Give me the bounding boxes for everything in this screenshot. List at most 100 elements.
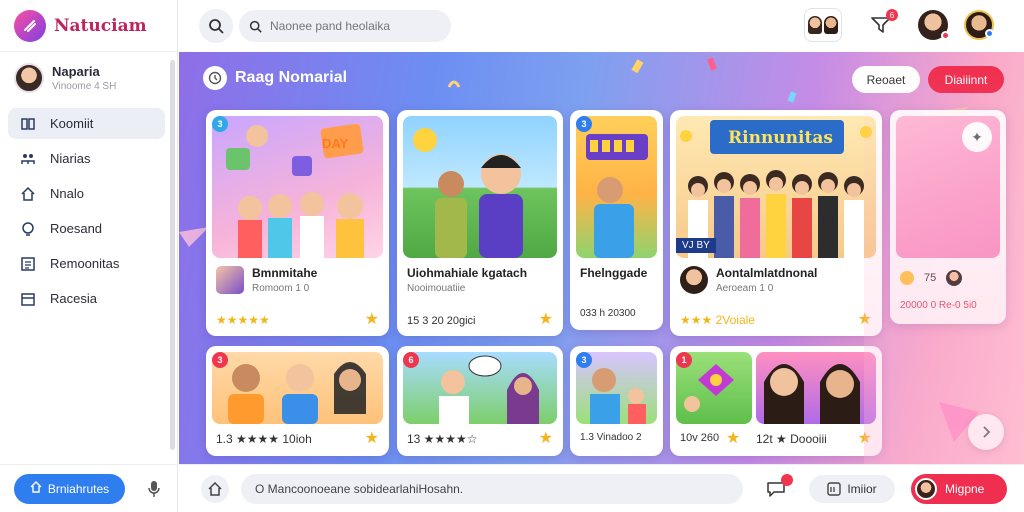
book-icon xyxy=(20,116,36,132)
clock-icon xyxy=(203,66,227,90)
message-input[interactable] xyxy=(255,481,725,496)
card-subtitle: Aeroeam 1 0 xyxy=(716,283,774,294)
main-content: Raag Nomarial Reoaet Diaiiinnt 3 DAY Bmn… xyxy=(179,52,1024,464)
content-card[interactable]: 3 1.3 ★★★★ 10ioh ★ xyxy=(206,346,389,456)
content-card[interactable]: 1 10v 260 ★ 12t ★ Doooiii ★ xyxy=(670,346,882,456)
card-image xyxy=(403,352,557,424)
card-meta: 033 h 20300 xyxy=(580,308,636,319)
status-dot xyxy=(985,29,994,38)
content-card[interactable]: 3 DAY Bmnmitahe Romoom 1 0 ★★★★★ ★ xyxy=(206,110,389,336)
profile-action-button[interactable]: Migpne xyxy=(911,473,1007,504)
search-input[interactable] xyxy=(270,19,440,33)
card-subtitle: Nooimouatiie xyxy=(407,283,466,294)
card-number-badge: 3 xyxy=(212,352,228,368)
favorite-star-icon[interactable]: ★ xyxy=(539,428,553,448)
home-button[interactable] xyxy=(201,474,229,503)
card-image xyxy=(403,116,557,258)
sidebar-item-nnalo[interactable]: Nnalo xyxy=(8,178,165,209)
status-dot xyxy=(941,31,950,40)
card-info: Bmnmitahe Romoom 1 0 xyxy=(216,266,317,294)
card-info: Fhelnggade xyxy=(580,266,647,280)
content-card[interactable]: ✦ 75 20000 0 Re-0 5i0 xyxy=(890,110,1006,324)
card-subtitle: Romoom 1 0 xyxy=(252,283,310,294)
card-badge-text: DAY xyxy=(322,136,349,151)
card-meta: 13 ★★★★☆ xyxy=(407,432,478,446)
card-number-badge: 3 xyxy=(576,352,592,368)
card-image xyxy=(212,116,383,258)
card-rating: ★★★★★ xyxy=(216,313,270,327)
card-title: Fhelnggade xyxy=(580,266,648,280)
notification-button[interactable]: 6 xyxy=(868,9,898,38)
sidebar-item-racesia[interactable]: Racesia xyxy=(8,283,165,314)
content-card[interactable]: 3 Fhelnggade 033 h 20300 xyxy=(570,110,663,330)
sparkle-icon[interactable]: ✦ xyxy=(962,122,992,152)
card-number-badge: 3 xyxy=(576,116,592,132)
top-bar: 6 xyxy=(179,0,1024,52)
favorite-star-icon[interactable]: ★ xyxy=(858,309,872,329)
card-title: Aontalmlatdnonal xyxy=(716,266,818,280)
card-meta: 1.3 ★★★★ 10ioh xyxy=(216,432,312,446)
card-info: 75 xyxy=(900,270,963,286)
sidebar-item-roesand[interactable]: Roesand xyxy=(8,213,165,244)
card-meta: 20000 0 Re-0 5i0 xyxy=(900,300,977,311)
bottom-bar: Imiior Migpne xyxy=(179,464,1024,512)
favorite-star-icon[interactable]: ★ xyxy=(365,428,379,448)
sidebar-scrollbar[interactable] xyxy=(170,60,175,450)
card-meta: 1.3 Vinadoo 2 xyxy=(580,432,642,443)
home-icon xyxy=(208,481,222,496)
recent-button[interactable]: Reoaet xyxy=(852,66,920,93)
app-name: Natuciam xyxy=(54,15,147,36)
avatar xyxy=(680,266,708,294)
home-icon xyxy=(20,186,36,202)
favorite-star-icon[interactable]: ★ xyxy=(726,428,740,448)
search-button[interactable] xyxy=(199,9,233,43)
card-meta: 15 3 20 20gici xyxy=(407,315,476,327)
sidebar-footer: Brniahrutes xyxy=(0,464,178,512)
chat-badge-dot xyxy=(781,473,793,486)
message-field[interactable] xyxy=(241,473,743,504)
logo-row: Natuciam xyxy=(0,0,177,52)
sidebar-item-label: Niarias xyxy=(50,151,91,166)
content-card[interactable]: 6 13 ★★★★☆ ★ xyxy=(397,346,563,456)
favorite-star-icon[interactable]: ★ xyxy=(539,309,553,329)
search-icon xyxy=(249,20,262,33)
list-icon xyxy=(20,256,36,272)
featured-button[interactable]: Diaiiinnt xyxy=(928,66,1004,93)
app-logo-icon[interactable] xyxy=(14,9,46,42)
user-profile[interactable]: Naparia Vinoome 4 SH xyxy=(0,52,177,104)
avatar xyxy=(14,63,44,93)
group-avatar-button[interactable] xyxy=(804,8,842,42)
content-card[interactable]: 3 1.3 Vinadoo 2 xyxy=(570,346,663,456)
content-card[interactable]: Uiohmahiale kgatach Nooimouatiie 15 3 20… xyxy=(397,110,563,336)
content-card[interactable]: Rinnunitas VJ BY Aontalmlatdnonal Aeroea… xyxy=(670,110,882,336)
sidebar-item-label: Koomiit xyxy=(50,116,94,131)
sidebar-item-label: Roesand xyxy=(50,221,103,236)
sidebar-item-koomiit[interactable]: Koomiit xyxy=(8,108,165,139)
avatar xyxy=(946,270,963,286)
card-number-badge: 3 xyxy=(212,116,228,132)
user-subtitle: Vinoome 4 SH xyxy=(52,81,117,92)
avatar xyxy=(915,477,937,500)
chat-button[interactable] xyxy=(765,473,793,500)
card-meta: 10v 260 xyxy=(680,432,720,444)
mic-icon[interactable] xyxy=(143,478,165,500)
favorite-star-icon[interactable]: ★ xyxy=(365,309,379,329)
card-rating: ★★★ 2Voiale xyxy=(680,313,755,327)
card-info: Uiohmahiale kgatach Nooimouatiie xyxy=(407,266,527,294)
card-number-badge: 1 xyxy=(676,352,692,368)
card-title: Bmnmitahe xyxy=(252,266,318,280)
favorite-star-icon[interactable]: ★ xyxy=(858,428,872,448)
user-avatar[interactable] xyxy=(918,10,950,40)
section-actions: Reoaet Diaiiinnt xyxy=(852,66,1004,93)
next-arrow-button[interactable] xyxy=(968,414,1004,450)
primary-button[interactable]: Brniahrutes xyxy=(14,473,125,504)
search-field[interactable] xyxy=(239,10,451,42)
sidebar-item-remoonitas[interactable]: Remoonitas xyxy=(8,248,165,279)
secondary-pill-label: Imiior xyxy=(847,481,877,496)
sidebar-item-label: Racesia xyxy=(50,291,97,306)
profile-avatar[interactable] xyxy=(964,10,994,40)
sidebar-item-niarias[interactable]: Niarias xyxy=(8,143,165,174)
secondary-pill-button[interactable]: Imiior xyxy=(809,474,895,503)
section-header: Raag Nomarial xyxy=(203,66,347,90)
coin-icon xyxy=(900,271,914,285)
